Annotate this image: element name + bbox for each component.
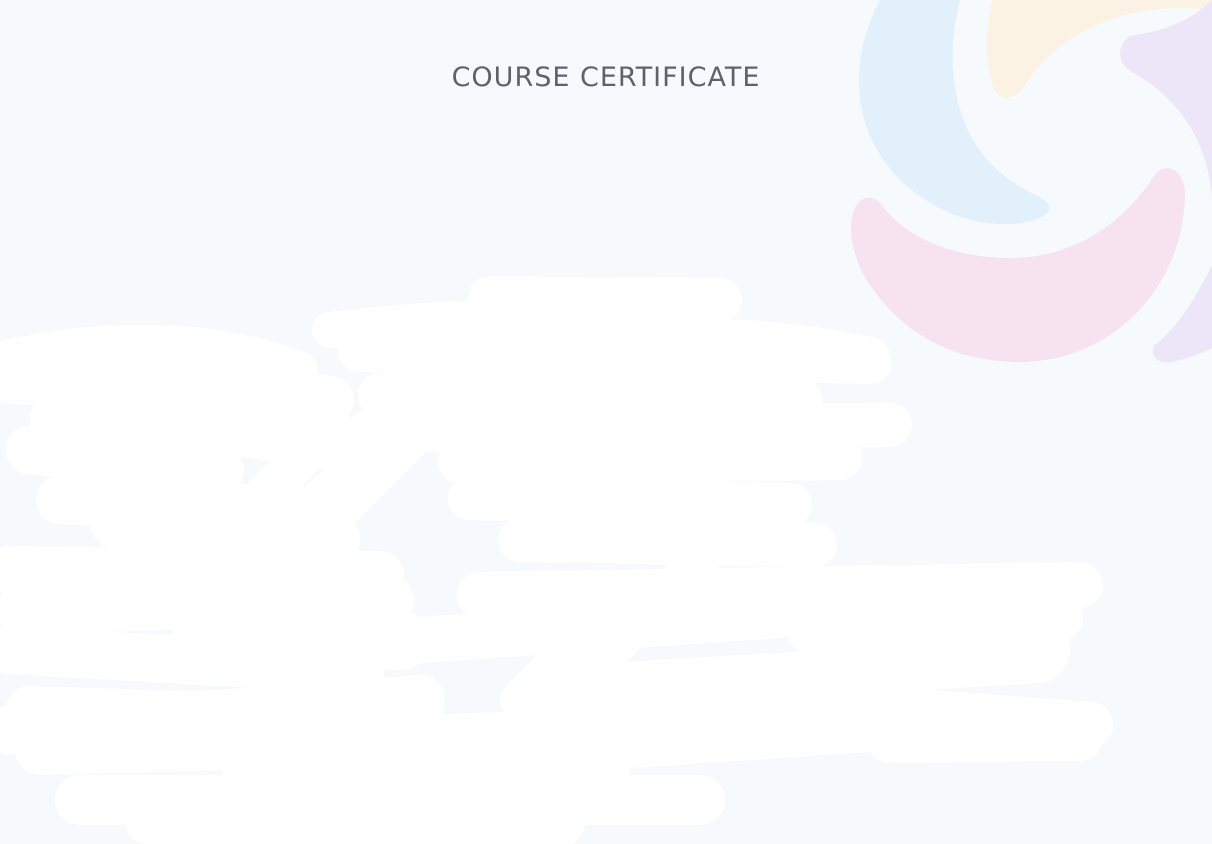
certificate-page: COURSE CERTIFICATE <box>0 0 1212 844</box>
redaction-scribble <box>0 276 1113 844</box>
